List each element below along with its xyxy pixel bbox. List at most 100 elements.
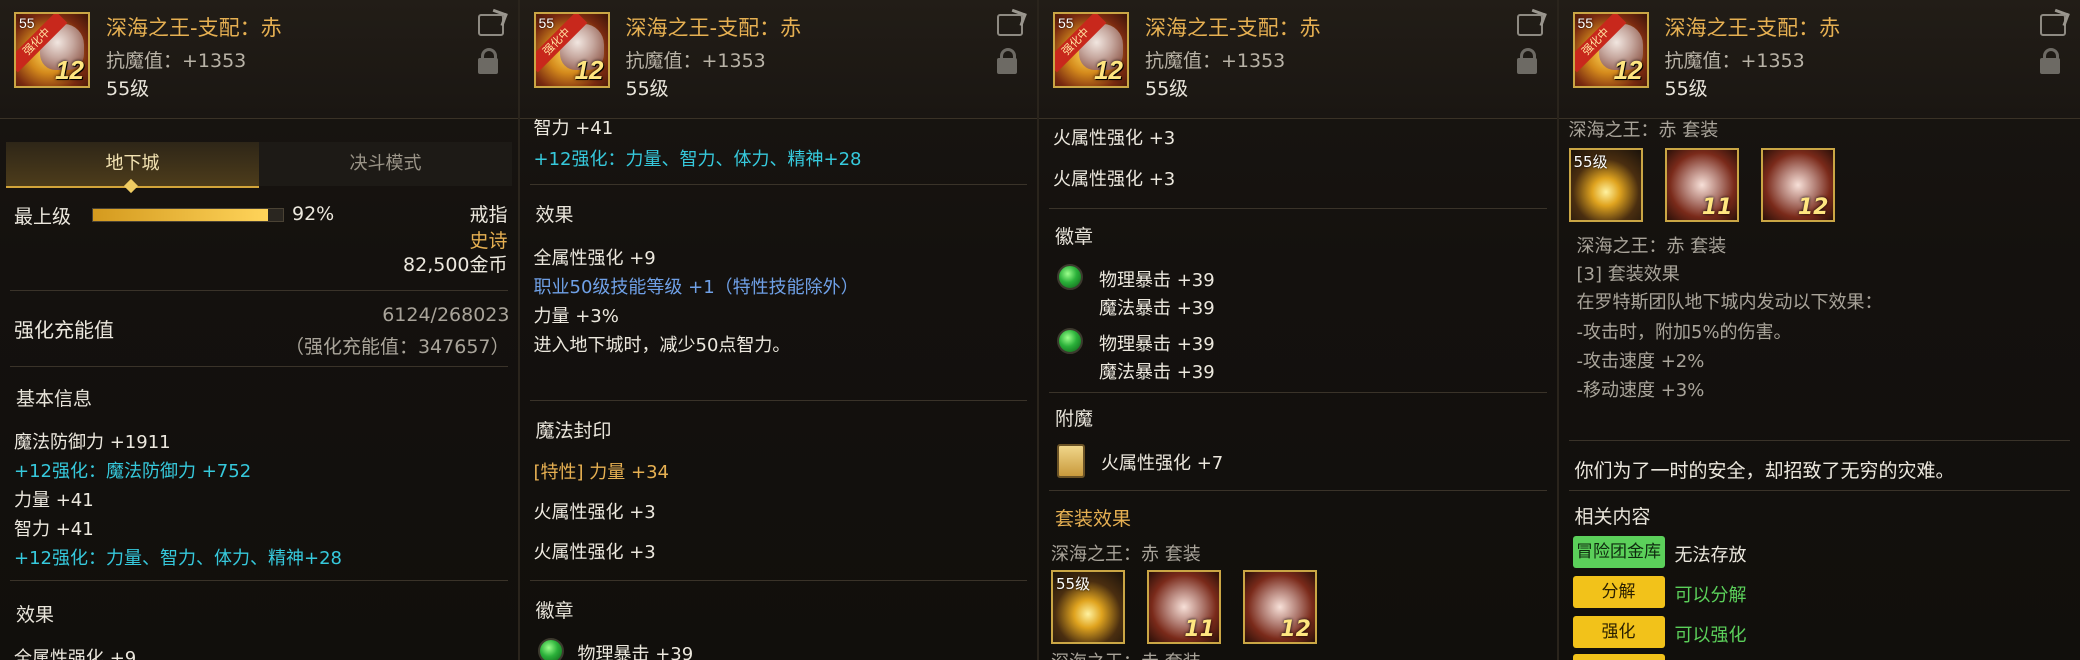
set-name-partial: 深海之王：赤 套装 (1051, 648, 1201, 660)
slot-enhance-number: 12 (1797, 195, 1829, 220)
seal-line: 火属性强化 +3 (533, 502, 656, 523)
icon-level: 55 (1577, 15, 1594, 31)
item-icon: 强化中 55 12 (14, 12, 90, 88)
item-icon: 强化中 55 12 (1053, 12, 1129, 88)
share-icon[interactable] (997, 14, 1023, 36)
divider (1568, 440, 2070, 441)
green-emblem-icon (1057, 264, 1083, 290)
stat-line: 魔法防御力 +1911 (14, 432, 171, 453)
item-resist: 抗魔值：+1353 (106, 50, 247, 72)
item-header: 强化中 55 12 深海之王-支配：赤 抗魔值：+1353 55级 (1039, 0, 1557, 119)
set-slot[interactable]: 11 (1664, 148, 1739, 222)
item-icon: 强化中 55 12 (1572, 12, 1649, 88)
slot-enhance-number: 11 (1184, 617, 1215, 642)
icon-level: 55 (1058, 15, 1074, 31)
slot-enhance-number: 12 (1280, 617, 1311, 642)
enchant-card-icon (1057, 444, 1085, 478)
icon-enhance-number: 12 (1613, 55, 1643, 85)
emblem-line: 物理暴击 +39 (577, 644, 694, 660)
badge-partial (1572, 654, 1665, 660)
item-header: 强化中 55 12 深海之王-支配：赤 抗魔值：+1353 55级 (519, 0, 1037, 119)
green-emblem-icon (1057, 328, 1083, 354)
icon-enhance-number: 12 (55, 55, 84, 85)
set-name-partial: 深海之王：赤 套装 (1568, 120, 1719, 141)
tooltip-panel-3: 强化中 55 12 深海之王-支配：赤 抗魔值：+1353 55级 火属性强化 … (1039, 0, 1559, 660)
seal-line: [特性] 力量 +34 (534, 458, 670, 484)
set-desc: 在罗特斯团队地下城内发动以下效果： (1576, 292, 1883, 313)
tooltip-panel-4: 强化中 55 12 深海之王-支配：赤 抗魔值：+1353 55级 深海之王：赤… (1558, 0, 2080, 660)
green-emblem-icon (537, 638, 564, 660)
item-resist: 抗魔值：+1353 (1145, 50, 1286, 72)
share-icon[interactable] (2040, 14, 2066, 36)
tab-duel[interactable]: 决斗模式 (259, 142, 512, 186)
item-level: 55级 (106, 78, 150, 100)
set-slot[interactable]: 55级 (1568, 148, 1643, 222)
emblem-line: 物理暴击 +39 (1099, 334, 1215, 355)
stat-line: +12强化：魔法防御力 +752 (14, 461, 252, 482)
basic-info-heading: 基本信息 (16, 388, 93, 410)
slot-enhance-number: 11 (1701, 195, 1733, 220)
slot-level: 55级 (1573, 153, 1608, 171)
effect-heading: 效果 (535, 204, 574, 226)
seal-value: 力量 +34 (589, 462, 669, 483)
emblem-heading: 徽章 (1055, 226, 1094, 248)
lock-icon[interactable] (997, 48, 1017, 74)
set-slot[interactable]: 12 (1243, 570, 1317, 644)
tooltip-panel-1: 强化中 55 12 深海之王-支配：赤 抗魔值：+1353 55级 地下城 决斗… (0, 0, 520, 660)
charge-value: 6124/268023 (382, 304, 510, 326)
divider (10, 366, 508, 367)
set-slot[interactable]: 11 (1147, 570, 1221, 644)
grade-bar-fill (93, 209, 268, 221)
set-slot[interactable]: 55级 (1051, 570, 1125, 644)
lock-icon[interactable] (2040, 48, 2060, 74)
effect-line: 力量 +3% (533, 306, 619, 327)
divider (529, 184, 1027, 185)
share-icon[interactable] (1516, 14, 1543, 36)
price: 82,500金币 (403, 254, 508, 276)
mode-tabs: 地下城 决斗模式 (6, 142, 512, 194)
related-heading: 相关内容 (1574, 506, 1651, 528)
lock-icon[interactable] (1516, 48, 1537, 74)
seal-line: 火属性强化 +3 (533, 542, 656, 563)
divider (529, 580, 1027, 581)
item-name: 深海之王-支配：赤 (1145, 16, 1321, 40)
icon-enhance-number: 12 (574, 55, 604, 85)
emblem-line: 物理暴击 +39 (1099, 270, 1215, 291)
lock-icon[interactable] (477, 48, 498, 74)
divider (10, 290, 508, 291)
divider (529, 400, 1027, 401)
stat-line: 力量 +41 (14, 490, 94, 511)
set-slot[interactable]: 12 (1760, 148, 1835, 222)
tab-duel-label: 决斗模式 (349, 153, 422, 174)
rarity: 史诗 (469, 230, 508, 252)
tab-dungeon[interactable]: 地下城 (6, 142, 259, 194)
effect-heading: 效果 (16, 604, 55, 626)
magic-seal-heading: 魔法封印 (535, 420, 612, 442)
grade-label: 最上级 (14, 206, 72, 228)
item-level: 55级 (1145, 78, 1189, 100)
flavor-text: 你们为了一时的安全，却招致了无穷的灾难。 (1574, 460, 1955, 482)
slot-level: 55级 (1056, 575, 1091, 593)
seal-tag: [特性] (533, 462, 584, 483)
stat-line: +12强化：力量、智力、体力、精神+28 (533, 149, 862, 170)
icon-enhance-number: 12 (1094, 55, 1123, 85)
set-count: [3] 套装效果 (1576, 264, 1680, 285)
badge-adventure-vault: 冒险团金库 (1572, 536, 1665, 568)
icon-level: 55 (19, 15, 35, 31)
set-name: 深海之王：赤 套装 (1051, 544, 1201, 565)
stat-line: +12强化：力量、智力、体力、精神+28 (14, 548, 342, 569)
item-level: 55级 (625, 78, 669, 100)
enchant-heading: 附魔 (1055, 408, 1094, 430)
active-tab-indicator (123, 178, 139, 194)
icon-level: 55 (538, 15, 555, 31)
effect-line: 全属性强化 +9 (533, 248, 656, 269)
item-level: 55级 (1664, 78, 1708, 100)
item-resist: 抗魔值：+1353 (625, 50, 766, 72)
divider (1568, 490, 2070, 491)
enchant-line: 火属性强化 +7 (1101, 453, 1224, 474)
share-icon[interactable] (477, 14, 504, 36)
seal-line: 火属性强化 +3 (1053, 169, 1176, 190)
stat-line: 智力 +41 (14, 519, 94, 540)
grade-bar (92, 208, 284, 222)
badge-adventure-vault-status: 无法存放 (1674, 545, 1747, 566)
